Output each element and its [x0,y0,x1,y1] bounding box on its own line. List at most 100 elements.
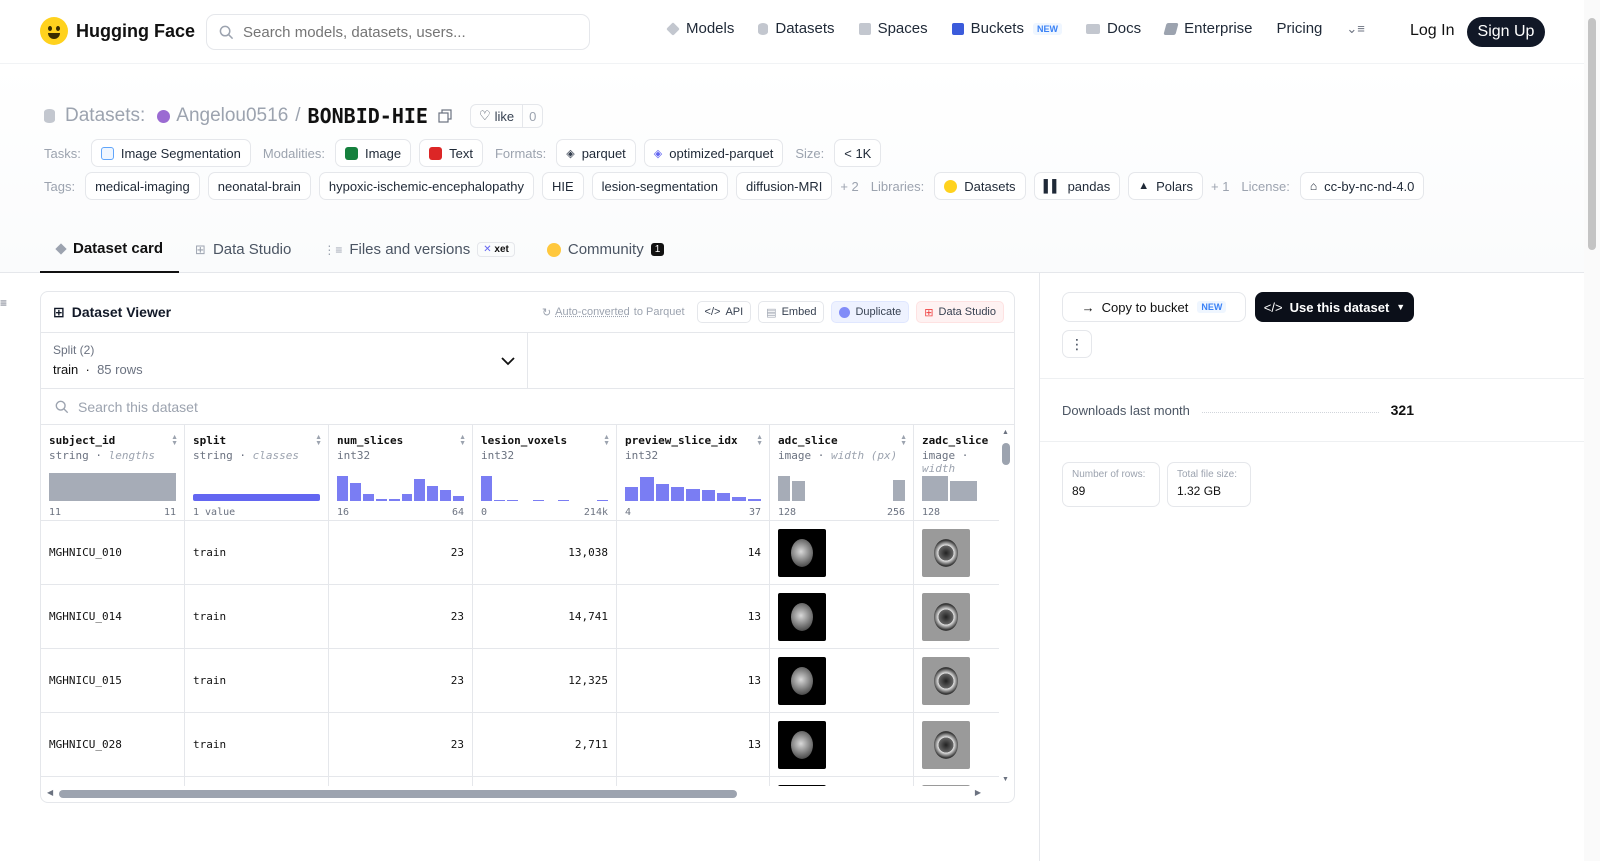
tags-more[interactable]: + 2 [840,179,858,194]
cell-preview-slice-idx[interactable]: 13 [617,585,770,649]
page-scroll-thumb[interactable] [1588,18,1596,250]
histogram-bar[interactable] [493,499,505,501]
cell-lesion-voxels[interactable]: 14,741 [473,585,617,649]
nav-spaces[interactable]: Spaces [858,20,928,37]
copy-to-bucket-button[interactable]: → Copy to bucket NEW [1062,292,1246,322]
modality-tag-text[interactable]: Text [419,139,483,167]
cell-lesion-voxels[interactable]: 2,711 [473,713,617,777]
adc-slice-image[interactable] [778,656,826,705]
task-tag[interactable]: Image Segmentation [90,139,251,167]
cell-preview-slice-idx[interactable]: 14 [617,521,770,585]
histogram-bar[interactable] [670,487,685,501]
repo-owner[interactable]: Angelou0516 [176,105,288,127]
histogram-bar[interactable] [950,481,977,501]
page-scrollbar[interactable] [1584,0,1600,861]
nav-datasets[interactable]: Datasets [758,20,835,37]
zadc-slice-image[interactable] [922,720,970,769]
license-tag[interactable]: ⌂ cc-by-nc-nd-4.0 [1299,172,1425,200]
tab-data-studio[interactable]: ⊞ Data Studio [179,226,307,273]
brand-logo[interactable]: Hugging Face [40,17,195,45]
cell-lesion-voxels[interactable]: 12,325 [473,649,617,713]
cell-split[interactable]: train [185,713,329,777]
column-header-num-slices[interactable]: num_slices int32 ▲ ▼ 16 64 [329,425,473,521]
cell-zadc-slice[interactable] [914,585,999,649]
histogram-bar[interactable] [427,485,439,501]
use-this-dataset-button[interactable]: </> Use this dataset ▼ [1255,292,1414,322]
size-tag[interactable]: < 1K [834,139,882,167]
cell-subject-id[interactable]: MGHNICU_014 [41,585,185,649]
cell-adc-slice[interactable] [770,649,914,713]
histogram-bar[interactable] [375,498,387,501]
histogram-bar[interactable] [558,499,570,501]
column-header-split[interactable]: split string · classes ▲ ▼ 1 value [185,425,329,521]
histogram-bar[interactable] [640,477,654,501]
histogram-bar[interactable] [792,481,805,501]
sidebar-toggle-icon[interactable]: ≡ [0,296,7,310]
table-row[interactable]: MGHNICU_010 train 23 13,038 14 [41,521,999,585]
histogram-bar[interactable] [362,494,374,501]
library-pandas[interactable]: ▌▌ pandas [1033,172,1121,200]
sort-icon[interactable]: ▲ ▼ [756,434,763,447]
zadc-slice-image[interactable] [922,785,970,786]
nav-enterprise[interactable]: Enterprise [1163,20,1253,37]
auto-converted-link[interactable]: Auto-converted [555,306,630,318]
scroll-left-icon[interactable]: ◀ [47,788,53,797]
column-header-lesion-voxels[interactable]: lesion_voxels int32 ▲ ▼ 0 214k [473,425,617,521]
more-options-button[interactable]: ⋮ [1062,330,1092,358]
histogram-bar[interactable] [922,475,949,501]
data-studio-button[interactable]: ⊞ Data Studio [916,301,1004,323]
cell-split[interactable]: train [185,521,329,585]
sort-icon[interactable]: ▲ ▼ [459,434,466,447]
histogram-bar[interactable] [625,487,639,501]
table-cell[interactable] [329,777,473,786]
table-cell[interactable] [185,777,329,786]
global-search[interactable] [206,14,590,50]
histogram-bar[interactable] [701,490,715,501]
scroll-up-icon[interactable]: ▲ [1002,429,1009,436]
histogram-bar[interactable] [349,482,361,501]
cell-lesion-voxels[interactable]: 13,038 [473,521,617,585]
libraries-more[interactable]: + 1 [1211,179,1229,194]
cell-adc-slice[interactable] [770,713,914,777]
table-cell[interactable] [617,777,770,786]
tab-dataset-card[interactable]: Dataset card [40,226,180,273]
like-button[interactable]: ♡ like 0 [469,104,544,128]
zadc-slice-image[interactable] [922,528,970,577]
zadc-slice-image[interactable] [922,592,970,641]
tag-hie-long[interactable]: hypoxic-ischemic-encephalopathy [318,172,534,200]
class-bar[interactable] [193,494,320,501]
sort-icon[interactable]: ▲ ▼ [900,434,907,447]
adc-slice-image[interactable] [778,785,826,786]
cell-num-slices[interactable]: 23 [329,521,473,585]
tag-lesion-segmentation[interactable]: lesion-segmentation [591,172,728,200]
copy-icon[interactable] [438,109,452,123]
histogram-bar[interactable] [655,484,669,501]
column-header-zadc-slice[interactable]: zadc_sliceimage · width▲▼128 [914,425,999,521]
nav-docs[interactable]: Docs [1085,20,1141,37]
histogram-bar[interactable] [481,475,492,501]
cell-num-slices[interactable]: 23 [329,649,473,713]
table-row-partial[interactable] [41,777,999,786]
histogram-bar[interactable] [747,498,761,501]
scroll-right-icon[interactable]: ▶ [975,788,981,797]
format-tag-optimized-parquet[interactable]: ◈ optimized-parquet [643,139,784,167]
histogram-bar[interactable] [732,496,746,501]
cell-split[interactable]: train [185,649,329,713]
table-row[interactable]: MGHNICU_015 train 23 12,325 13 [41,649,999,713]
histogram-bar[interactable] [401,494,413,501]
cell-num-slices[interactable]: 23 [329,585,473,649]
column-header-subject-id[interactable]: subject_id string · lengths ▲ ▼ 11 11 [41,425,185,521]
histogram-bar[interactable] [388,498,400,501]
table-row[interactable]: MGHNICU_028 train 23 2,711 13 [41,713,999,777]
tab-community[interactable]: Community 1 [531,226,680,273]
adc-slice-image[interactable] [778,720,826,769]
dataset-search[interactable]: Search this dataset [41,389,1014,425]
histogram-bar[interactable] [453,495,465,501]
api-button[interactable]: </> API [696,301,752,323]
sort-icon[interactable]: ▲ ▼ [603,434,610,447]
tag-hie[interactable]: HIE [541,172,584,200]
histogram-bar[interactable] [414,478,426,501]
sort-icon[interactable]: ▲ ▼ [315,434,322,447]
login-link[interactable]: Log In [1410,22,1454,40]
horizontal-scrollbar[interactable]: ◀ ▶ [47,788,995,800]
